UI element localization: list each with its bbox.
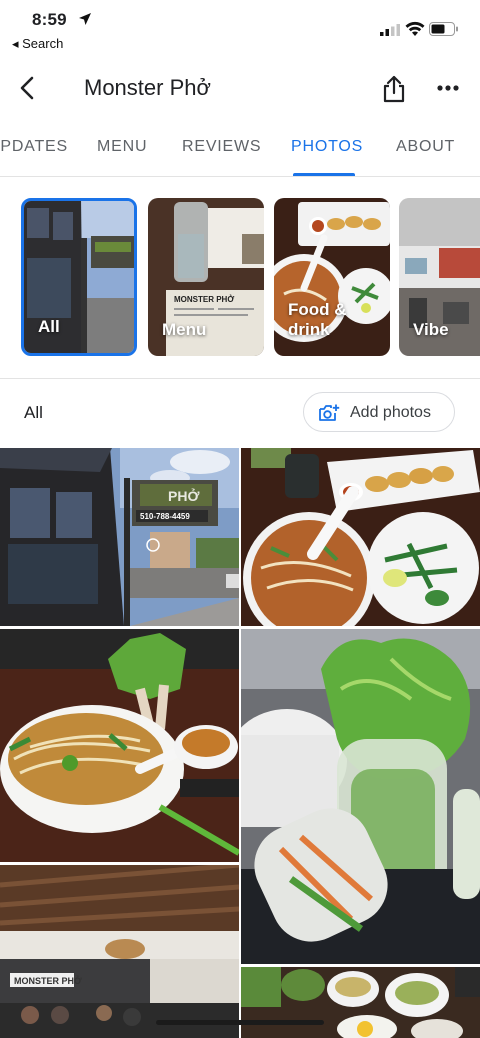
category-all[interactable]: All bbox=[21, 198, 137, 356]
category-label: Menu bbox=[162, 320, 207, 339]
section-divider bbox=[0, 378, 480, 379]
category-food-drink[interactable]: Food & drink bbox=[274, 198, 390, 356]
storefront-photo: PHỞ 510-788-4459 bbox=[0, 448, 239, 626]
category-label: Food & drink bbox=[288, 300, 347, 339]
tab-photos[interactable]: PHOTOS bbox=[291, 138, 363, 156]
status-time: 8:59 bbox=[32, 10, 67, 29]
pho-spread-photo bbox=[241, 448, 480, 626]
photo-interior[interactable]: MONSTER PHỞ bbox=[0, 865, 239, 1038]
more-options-icon[interactable] bbox=[433, 80, 463, 96]
sign-name-text: PHỞ bbox=[168, 487, 199, 504]
tab-reviews[interactable]: REVIEWS bbox=[182, 138, 261, 156]
photo-table-dishes[interactable] bbox=[241, 967, 480, 1038]
tab-updates[interactable]: UPDATES bbox=[0, 138, 68, 156]
table-dishes-photo bbox=[241, 967, 480, 1038]
location-arrow-icon bbox=[79, 13, 91, 25]
spring-rolls-photo bbox=[241, 629, 480, 964]
add-photos-button[interactable]: Add photos bbox=[303, 392, 455, 432]
battery-icon bbox=[429, 22, 458, 36]
category-menu[interactable]: MONSTER PHỞ Menu bbox=[148, 198, 264, 356]
menu-heading-text: MONSTER PHỞ bbox=[174, 295, 234, 304]
page-title: Monster Phở bbox=[84, 75, 211, 100]
tab-about[interactable]: ABOUT bbox=[396, 138, 455, 156]
photo-pho-bowl[interactable] bbox=[0, 629, 239, 862]
photo-storefront[interactable]: PHỞ 510-788-4459 bbox=[0, 448, 239, 626]
share-icon[interactable] bbox=[380, 74, 408, 104]
back-to-search-link[interactable]: ◂ Search bbox=[12, 36, 63, 52]
category-vibe[interactable]: Vibe bbox=[399, 198, 480, 356]
tab-bar: UPDATES MENU REVIEWS PHOTOS ABOUT bbox=[0, 120, 480, 177]
interior-photo: MONSTER PHỞ bbox=[0, 865, 239, 1038]
active-tab-indicator bbox=[293, 173, 355, 176]
photo-pho-spread[interactable] bbox=[241, 448, 480, 626]
category-label: All bbox=[38, 317, 60, 336]
cellular-signal-icon bbox=[380, 24, 400, 36]
back-arrow-icon[interactable] bbox=[14, 74, 42, 102]
category-label: Vibe bbox=[413, 320, 449, 339]
add-photo-camera-icon bbox=[319, 404, 340, 421]
wall-sign-text: MONSTER PHỞ bbox=[14, 975, 82, 986]
add-photos-label: Add photos bbox=[350, 404, 431, 421]
tab-menu[interactable]: MENU bbox=[97, 138, 147, 156]
pho-bowl-photo bbox=[0, 629, 239, 862]
sign-phone-text: 510-788-4459 bbox=[140, 512, 190, 521]
filter-label: All bbox=[24, 403, 43, 422]
home-indicator bbox=[156, 1020, 324, 1025]
wifi-icon bbox=[405, 21, 425, 36]
photo-spring-rolls[interactable] bbox=[241, 629, 480, 964]
